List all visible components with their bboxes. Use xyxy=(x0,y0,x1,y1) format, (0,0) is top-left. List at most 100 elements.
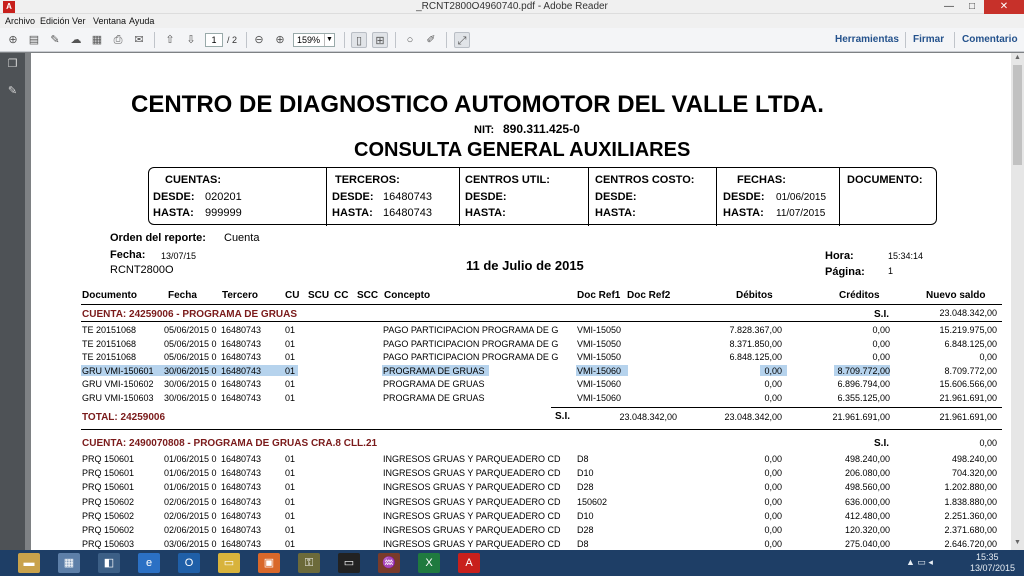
col-debitos: Débitos xyxy=(736,290,773,301)
cell-tercero: 16480743 xyxy=(221,496,262,507)
edit-icon[interactable]: ✎ xyxy=(47,32,63,48)
zoom-out-icon[interactable]: ⊖ xyxy=(251,32,267,48)
cell-fecha: 02/06/2015 0 xyxy=(164,496,217,507)
media-icon[interactable]: ▣ xyxy=(258,553,280,573)
terceros-title: TERCEROS: xyxy=(335,174,400,186)
fecha-label: Fecha: xyxy=(110,249,146,261)
cell-tercero: 16480743 xyxy=(221,510,262,521)
cell-creditos: 206.080,00 xyxy=(844,468,890,479)
app-icon[interactable]: ◧ xyxy=(98,553,120,573)
cell-docref1: D8 xyxy=(577,454,589,464)
cell-nuevo-saldo: 6.848.125,00 xyxy=(944,338,997,349)
col-tercero: Tercero xyxy=(222,290,258,301)
print-icon[interactable]: ⎙ xyxy=(110,32,126,48)
account-2-si-value: 0,00 xyxy=(979,438,997,448)
cell-concepto: PAGO PARTICIPACION PROGRAMA DE G xyxy=(383,352,559,363)
cell-nuevo-saldo: 1.838.880,00 xyxy=(944,496,997,507)
cell-docref1: VMI-15060 xyxy=(577,393,622,403)
pagina-label: Página: xyxy=(825,266,865,278)
cell-creditos: 0,00 xyxy=(872,338,890,349)
page-up-icon[interactable]: ⇧ xyxy=(162,32,178,48)
attachment-icon[interactable]: ✎ xyxy=(6,85,19,98)
internet-explorer-icon[interactable]: e xyxy=(138,553,160,573)
minimize-button[interactable]: — xyxy=(938,0,960,14)
header-rule xyxy=(81,304,1002,305)
cell-concepto: INGRESOS GRUAS Y PARQUEADERO CD xyxy=(383,525,561,535)
create-icon[interactable]: ⊕ xyxy=(5,32,21,48)
scroll-thumb[interactable] xyxy=(1013,65,1022,165)
cell-concepto: INGRESOS GRUAS Y PARQUEADERO CD xyxy=(383,496,561,507)
comment-icon[interactable]: ○ xyxy=(402,32,418,48)
account-2-si-label: S.I. xyxy=(874,438,890,449)
page-number-input[interactable]: 1 xyxy=(205,33,223,47)
fit-page-icon[interactable]: ▯ xyxy=(351,32,367,48)
outlook-icon[interactable]: O xyxy=(178,553,200,573)
cell-tercero: 16480743 xyxy=(221,393,262,403)
hora-value: 15:34:14 xyxy=(888,251,924,261)
cell-creditos: 412.480,00 xyxy=(844,510,890,521)
cell-documento: GRU VMI-150601 xyxy=(82,365,154,376)
excel-icon[interactable]: X xyxy=(418,553,440,573)
cell-cu: 01 xyxy=(285,482,296,493)
cell-creditos: 498.240,00 xyxy=(844,454,890,464)
key-icon[interactable]: ⚿ xyxy=(298,553,320,573)
terminal-icon[interactable]: ▭ xyxy=(338,553,360,573)
comment-link[interactable]: Comentario xyxy=(962,34,1018,45)
menu-archivo[interactable]: Archivo xyxy=(5,16,35,26)
zoom-select[interactable]: 159% ▼ xyxy=(293,33,335,47)
tools-link[interactable]: Herramientas xyxy=(835,34,899,45)
cell-debitos: 0,00 xyxy=(764,454,782,464)
save-icon[interactable]: ▦ xyxy=(89,32,105,48)
highlight-icon[interactable]: ✐ xyxy=(423,32,439,48)
sign-link[interactable]: Firmar xyxy=(913,34,944,45)
maximize-button[interactable]: □ xyxy=(961,0,983,14)
scroll-down-icon[interactable]: ▼ xyxy=(1011,539,1024,549)
expand-icon[interactable]: ⤢ xyxy=(454,32,470,48)
vertical-scrollbar[interactable]: ▲ ▼ xyxy=(1011,53,1024,550)
toolbar: ⊕ ▤ ✎ ☁ ▦ ⎙ ✉ ⇧ ⇩ 1 / 2 ⊖ ⊕ 159% ▼ ▯ ⊞ ○ … xyxy=(0,28,1024,52)
zoom-value: 159% xyxy=(297,35,321,45)
cell-debitos: 6.848.125,00 xyxy=(729,352,782,363)
menu-ver[interactable]: Ver xyxy=(72,16,86,26)
pdf-create-icon[interactable]: ▤ xyxy=(26,32,42,48)
cell-concepto: INGRESOS GRUAS Y PARQUEADERO CD xyxy=(383,539,561,550)
cell-fecha: 30/06/2015 0 xyxy=(164,365,217,376)
pagina-value: 1 xyxy=(888,266,894,276)
scroll-up-icon[interactable]: ▲ xyxy=(1011,54,1024,64)
cell-tercero: 16480743 xyxy=(221,468,262,479)
close-button[interactable]: ✕ xyxy=(984,0,1024,14)
clock-time[interactable]: 15:35 xyxy=(976,552,999,562)
calculator-icon[interactable]: ▦ xyxy=(58,553,80,573)
cloud-icon[interactable]: ☁ xyxy=(68,32,84,48)
menu-ayuda[interactable]: Ayuda xyxy=(129,16,154,26)
cell-nuevo-saldo: 8.709.772,00 xyxy=(944,365,997,376)
cell-debitos: 0,00 xyxy=(764,365,782,376)
menu-ventana[interactable]: Ventana xyxy=(93,16,126,26)
window-titlebar: A _RCNT2800O4960740.pdf - Adobe Reader —… xyxy=(0,0,1024,14)
file-explorer-icon[interactable]: ▬ xyxy=(18,553,40,573)
zoom-in-icon[interactable]: ⊕ xyxy=(272,32,288,48)
adobe-reader-taskbar-icon[interactable]: A xyxy=(458,553,480,573)
email-icon[interactable]: ✉ xyxy=(131,32,147,48)
cell-creditos: 6.896.794,00 xyxy=(837,379,890,390)
centros-costo-hasta-label: HASTA: xyxy=(595,207,636,219)
clock-date[interactable]: 13/07/2015 xyxy=(970,563,1015,573)
pages-icon[interactable]: ❐ xyxy=(6,58,19,71)
total-rule xyxy=(551,407,1002,408)
folder-icon[interactable]: ▭ xyxy=(218,553,240,573)
fit-width-icon[interactable]: ⊞ xyxy=(372,32,388,48)
cell-concepto: INGRESOS GRUAS Y PARQUEADERO CD xyxy=(383,510,561,521)
cell-tercero: 16480743 xyxy=(221,454,262,464)
account-1-total-debitos: 23.048.342,00 xyxy=(724,412,782,422)
page-down-icon[interactable]: ⇩ xyxy=(183,32,199,48)
tray-icons[interactable]: ▲ ▭ ◂ xyxy=(906,557,933,568)
cell-concepto: PROGRAMA DE GRUAS xyxy=(383,393,485,403)
cell-documento: TE 20151068 xyxy=(82,352,137,363)
chart-app-icon[interactable]: ♒ xyxy=(378,553,400,573)
cell-nuevo-saldo: 15.219.975,00 xyxy=(939,325,997,335)
cell-docref1: VMI-15050 xyxy=(577,325,622,335)
cell-tercero: 16480743 xyxy=(221,539,262,550)
menu-edicion[interactable]: Edición xyxy=(40,16,70,26)
cell-debitos: 0,00 xyxy=(764,379,782,390)
centros-util-desde-label: DESDE: xyxy=(465,191,507,203)
